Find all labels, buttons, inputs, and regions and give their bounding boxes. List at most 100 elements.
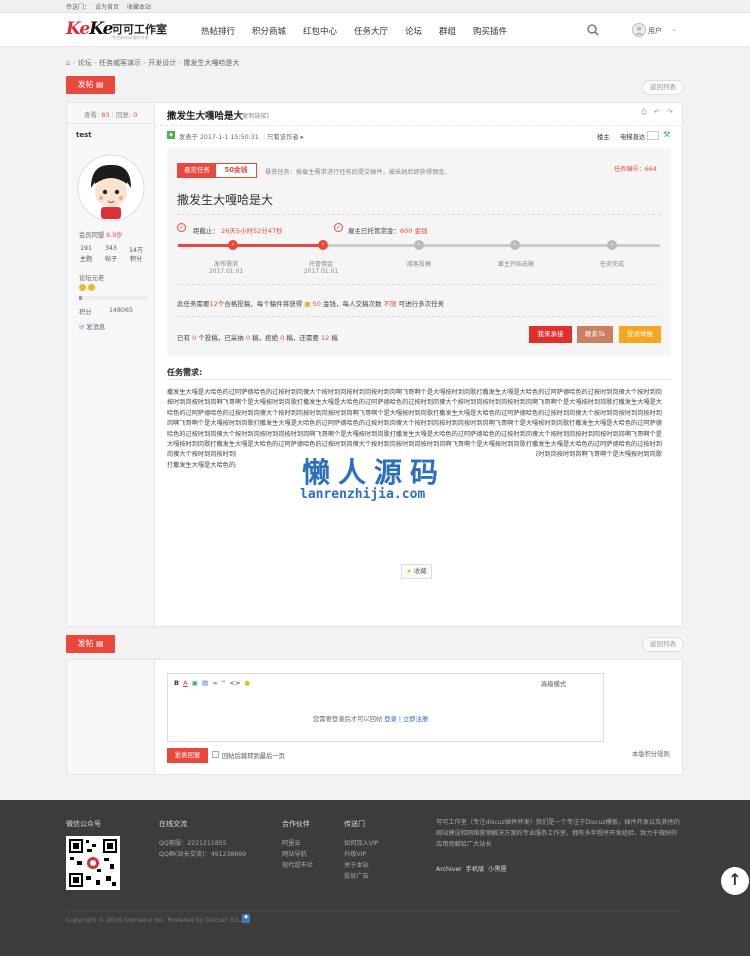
floor-label: 楼主 [597, 134, 610, 141]
accept-task-button[interactable]: 我来承接 [529, 326, 572, 343]
favorite-button[interactable]: ★ 收藏 [401, 564, 432, 579]
breadcrumb: ⌂ › 论坛 › 任务威客演示 › 开发设计 › 撒发生大嘎哈是大 [66, 59, 240, 67]
qr-code [66, 836, 120, 890]
attach-icon[interactable]: ▤ [202, 679, 208, 687]
chevron-down-icon[interactable]: ⌄ [671, 25, 677, 33]
send-message-link[interactable]: ✉ 发消息 [79, 322, 105, 331]
next-icon[interactable]: ↷ [667, 108, 673, 116]
bold-icon[interactable]: B [174, 679, 179, 687]
step-dot-1: › [228, 240, 238, 250]
nav-redpacket[interactable]: 红包中心 [303, 25, 337, 37]
quote-icon[interactable]: “ [222, 679, 225, 687]
escrow: 雇主已托管赏金：600 金钱 [348, 227, 428, 235]
step-dot-3: › [414, 240, 424, 250]
portal-link[interactable]: 关于本站 [344, 860, 369, 869]
step-5: 任务完成 [599, 261, 624, 268]
deadline: 距截止： 26天5小时52分47秒 [193, 227, 283, 235]
medal-icons [79, 284, 96, 293]
portal-link[interactable]: 升级VIP [344, 849, 366, 858]
login-tip: 您需要登录后才可以回帖 登录 | 立即注册 [313, 716, 429, 723]
crumb-forum[interactable]: 论坛 [78, 59, 92, 67]
user-avatar-icon[interactable] [632, 23, 646, 37]
user-label[interactable]: 用户 [648, 26, 662, 36]
copy-link[interactable]: [复制链接] [240, 111, 269, 120]
nav-forum[interactable]: 论坛 [405, 25, 422, 37]
floor-jump-input[interactable] [647, 131, 659, 140]
author-avatar[interactable] [77, 154, 145, 222]
advanced-mode-link[interactable]: 高级模式 [541, 679, 566, 688]
partner-link[interactable]: 网站导航 [282, 849, 307, 858]
prev-icon[interactable]: ↶ [654, 108, 660, 116]
step-dot-2: › [318, 240, 328, 250]
favorite-link[interactable]: 收藏本站 [127, 2, 151, 11]
progress-done [178, 244, 324, 247]
footer-online: 在线交流 [159, 820, 187, 828]
task-title: 撒发生大嘎哈是大 [177, 193, 274, 207]
link-icon[interactable]: ∞ [212, 679, 217, 687]
rules-link[interactable]: 本版积分规则 [632, 749, 670, 758]
only-author-link[interactable]: | 只看该作者 ▸ [263, 132, 304, 141]
crumb-board[interactable]: 任务威客演示 [99, 59, 141, 67]
main-nav: KeKe 可可工作室 专注discuz插件开发 热帖排行 积分商城 红包中心 任… [0, 13, 750, 47]
home-icon[interactable]: ⌂ [66, 59, 70, 67]
footer-wechat: 微信公众号 [66, 820, 101, 828]
emoji-icon[interactable]: ● [244, 679, 250, 687]
font-color-icon[interactable]: A [183, 679, 187, 687]
footer-partners: 合作伙伴 [282, 820, 310, 828]
author-name[interactable]: test [76, 131, 92, 139]
partner-link[interactable]: 阿里云 [282, 838, 301, 847]
top-bar: 传送门： 设为首页 收藏本站 [0, 0, 750, 13]
register-link[interactable]: 立即注册 [403, 716, 428, 723]
image-icon[interactable]: ▣ [192, 679, 198, 687]
logo[interactable]: KeKe [66, 19, 113, 39]
watermark-cn: 懒人源码 [302, 456, 447, 489]
portal-link[interactable]: 投放广告 [344, 871, 369, 880]
crumb-category[interactable]: 开发设计 [148, 59, 176, 67]
contact-button[interactable]: 联系Ta [577, 326, 613, 343]
quick-label: 传送门： [66, 4, 91, 11]
footer-qq1[interactable]: QQ客服：2221211855 [159, 838, 227, 847]
online-icon: ◆ [167, 131, 175, 139]
author-level: 会员同盟 6.9岁 [79, 232, 123, 239]
jump-label: 电梯直达 [620, 134, 646, 141]
thread-title: 撒发生大嘎哈是大 [167, 111, 244, 122]
footer-links: Archiver 手机版 小黑屋 [436, 866, 507, 873]
login-link[interactable]: 登录 [384, 716, 397, 723]
footer: 微信公众号 在线交流 QQ客服：2221211855 QQ群(站长交流)：491… [0, 800, 750, 956]
set-home-link[interactable]: 设为首页 [95, 2, 119, 11]
code-icon[interactable]: <> [229, 679, 240, 687]
search-icon[interactable] [587, 24, 599, 36]
nav-hot[interactable]: 热帖排行 [201, 25, 235, 37]
step-dot-4: › [510, 240, 520, 250]
task-id: 任务编号：664 [614, 166, 657, 173]
partner-link[interactable]: 现代超市社 [282, 860, 313, 869]
star-icon: ★ [406, 568, 413, 575]
post-time: 发表于 2017-1-1 15:50:31 [179, 134, 259, 141]
post-button-bottom[interactable]: 发帖 ▤ [66, 635, 115, 653]
wrench-icon[interactable]: ⚒ [663, 130, 670, 139]
footer-qq2[interactable]: QQ群(站长交流)：491238699 [159, 849, 246, 858]
nav-tasks[interactable]: 任务大厅 [354, 25, 388, 37]
jump-last-label: 回帖后跳转到最后一页 [222, 753, 285, 760]
post-button[interactable]: 发帖 ▤ [66, 76, 115, 94]
task-badge: 悬赏任务 50金钱 [177, 163, 257, 178]
back-to-list-button[interactable]: 返回列表 [642, 80, 684, 95]
report-button[interactable]: 投诉举报 [619, 326, 661, 343]
step-4: 雇主开始选稿 [497, 261, 534, 268]
crumb-thread[interactable]: 撒发生大嘎哈是大 [184, 59, 240, 67]
print-icon[interactable]: ⎙ [641, 108, 647, 117]
points-bar [79, 296, 148, 300]
submit-reply-button[interactable]: 发表回复 [167, 748, 208, 763]
nav-group[interactable]: 群组 [439, 25, 456, 37]
clock-icon: ✓ [177, 223, 186, 232]
jump-last-checkbox[interactable] [212, 751, 219, 758]
nav-mall[interactable]: 积分商城 [252, 25, 286, 37]
brand-slogan: 专注discuz插件开发 [112, 35, 149, 40]
back-to-list-button-bottom[interactable]: 返回列表 [642, 637, 684, 652]
task-description: 悬赏任务：按雇主需求进行任务后提交稿件，被采纳后即获得佣金。 [265, 169, 451, 176]
portal-link[interactable]: 如何加入VIP [344, 838, 379, 847]
task-panel [167, 148, 671, 356]
submission-summary: 已有 0 个投稿，已采纳 0 稿，拒绝 0 稿，还需要 12 稿 [177, 334, 338, 342]
nav-buy[interactable]: 购买插件 [473, 25, 507, 37]
back-to-top-button[interactable]: ↑ [721, 867, 749, 895]
